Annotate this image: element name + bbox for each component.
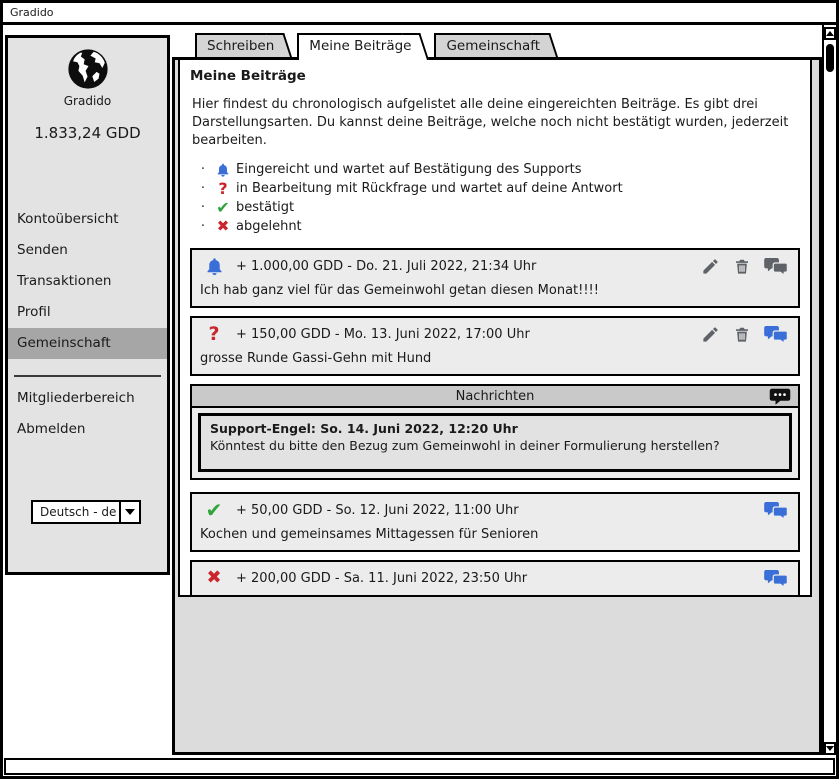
bullet: · xyxy=(196,181,210,196)
question-icon: ? xyxy=(200,325,228,344)
messages-body: Support-Engel: So. 14. Juni 2022, 12:20 … xyxy=(192,408,798,478)
cross-icon: ✖ xyxy=(200,569,228,587)
scroll-down-button[interactable] xyxy=(824,742,836,755)
tab-label: Gemeinschaft xyxy=(446,38,540,54)
message-text: Könntest du bitte den Bezug zum Gemeinwo… xyxy=(210,437,780,454)
page-title: Meine Beiträge xyxy=(190,68,800,84)
sidebar-item-mitgliederbereich[interactable]: Mitgliederbereich xyxy=(8,383,167,414)
delete-icon[interactable] xyxy=(733,325,751,344)
status-legend: · Eingereicht und wartet auf Bestätigung… xyxy=(196,160,800,236)
content-card: Meine Beiträge Hier findest du chronolog… xyxy=(178,60,812,597)
edit-icon[interactable] xyxy=(701,325,720,344)
chat-icon[interactable] xyxy=(764,325,788,344)
contribution-entry: ✔ + 50,00 GDD - So. 12. Juni 2022, 11:00… xyxy=(190,492,800,552)
intro-text: Hier findest du chronologisch aufgeliste… xyxy=(192,96,794,150)
tab-label: Meine Beiträge xyxy=(309,38,411,54)
sidebar-item-abmelden[interactable]: Abmelden xyxy=(8,414,167,445)
chat-icon[interactable] xyxy=(764,257,788,276)
entry-title: + 200,00 GDD - Sa. 11. Juni 2022, 23:50 … xyxy=(236,571,527,586)
entry-description: Taxi-Dienst für Nachtschwärmer xyxy=(192,592,798,597)
tab-meine-beitraege[interactable]: Meine Beiträge xyxy=(297,33,417,60)
legend-item: · ✔ bestätigt xyxy=(196,198,800,217)
edit-icon[interactable] xyxy=(701,257,720,276)
messages-title: Nachrichten xyxy=(456,389,535,404)
arrow-down-icon xyxy=(826,746,834,751)
globe-logo-icon xyxy=(8,46,167,92)
arrow-up-icon xyxy=(826,31,834,36)
language-select-value: Deutsch - de xyxy=(33,502,119,522)
logo-label: Gradido xyxy=(8,94,167,108)
vertical-scrollbar[interactable] xyxy=(822,25,836,755)
sidebar-item-senden[interactable]: Senden xyxy=(8,235,167,266)
sidebar-menu: Kontoübersicht Senden Transaktionen Prof… xyxy=(8,204,167,359)
legend-item: · ✖ abgelehnt xyxy=(196,217,800,236)
sidebar-item-gemeinschaft[interactable]: Gemeinschaft xyxy=(8,328,167,359)
sidebar: Gradido 1.833,24 GDD Kontoübersicht Send… xyxy=(5,35,170,575)
chevron-down-icon xyxy=(125,509,135,515)
legend-text: in Bearbeitung mit Rückfrage und wartet … xyxy=(236,181,623,196)
message-author-date: Support-Engel: So. 14. Juni 2022, 12:20 … xyxy=(210,420,780,437)
contribution-entry: + 1.000,00 GDD - Do. 21. Juli 2022, 21:3… xyxy=(190,248,800,308)
entry-description: Ich hab ganz viel für das Gemeinwohl get… xyxy=(192,280,798,306)
language-select-arrow-button[interactable] xyxy=(119,502,139,522)
scroll-up-button[interactable] xyxy=(824,27,836,40)
sidebar-item-profil[interactable]: Profil xyxy=(8,297,167,328)
contribution-entry: ? + 150,00 GDD - Mo. 13. Juni 2022, 17:0… xyxy=(190,316,800,376)
entry-title: + 150,00 GDD - Mo. 13. Juni 2022, 17:00 … xyxy=(236,327,530,342)
sidebar-item-kontouebersicht[interactable]: Kontoübersicht xyxy=(8,204,167,235)
tab-gemeinschaft[interactable]: Gemeinschaft xyxy=(434,33,546,57)
chat-icon[interactable] xyxy=(764,569,788,588)
messages-header[interactable]: Nachrichten xyxy=(192,386,798,408)
app-window: Gradido Gradido 1.833,24 GDD Kontoübersi… xyxy=(0,0,839,779)
delete-icon[interactable] xyxy=(733,257,751,276)
bullet: · xyxy=(196,219,210,234)
legend-text: Eingereicht und wartet auf Bestätigung d… xyxy=(236,162,582,177)
content-panel: Meine Beiträge Hier findest du chronolog… xyxy=(172,57,822,755)
tab-bar: Schreiben Meine Beiträge Gemeinschaft xyxy=(195,33,563,60)
contribution-entry: ✖ + 200,00 GDD - Sa. 11. Juni 2022, 23:5… xyxy=(190,560,800,597)
sidebar-item-transaktionen[interactable]: Transaktionen xyxy=(8,266,167,297)
tab-label: Schreiben xyxy=(207,38,274,54)
chat-bubble-icon xyxy=(769,388,791,406)
bullet: · xyxy=(196,200,210,215)
chat-icon[interactable] xyxy=(764,501,788,520)
bell-icon xyxy=(200,256,228,277)
window-title: Gradido xyxy=(10,6,54,19)
messages-section: Nachrichten Support-Engel: So. 14. Juni … xyxy=(190,384,800,480)
legend-text: abgelehnt xyxy=(236,219,302,234)
language-select[interactable]: Deutsch - de xyxy=(31,500,141,524)
check-icon: ✔ xyxy=(200,500,228,520)
entry-description: Kochen und gemeinsames Mittagessen für S… xyxy=(192,524,798,550)
legend-text: bestätigt xyxy=(236,200,294,215)
entry-title: + 50,00 GDD - So. 12. Juni 2022, 11:00 U… xyxy=(236,503,519,518)
cross-icon: ✖ xyxy=(210,219,236,234)
check-icon: ✔ xyxy=(210,200,236,216)
sidebar-divider xyxy=(14,375,161,377)
tab-schreiben[interactable]: Schreiben xyxy=(195,33,280,57)
balance-amount: 1.833,24 GDD xyxy=(8,124,167,142)
horizontal-scrollbar[interactable] xyxy=(4,758,835,775)
legend-item: · ? in Bearbeitung mit Rückfrage und war… xyxy=(196,179,800,198)
scrollbar-thumb[interactable] xyxy=(826,44,834,72)
bell-icon xyxy=(210,162,236,178)
legend-item: · Eingereicht und wartet auf Bestätigung… xyxy=(196,160,800,179)
entry-description: grosse Runde Gassi-Gehn mit Hund xyxy=(192,348,798,374)
question-icon: ? xyxy=(210,181,236,197)
entry-title: + 1.000,00 GDD - Do. 21. Juli 2022, 21:3… xyxy=(236,259,536,274)
window-titlebar: Gradido xyxy=(3,3,836,25)
bullet: · xyxy=(196,162,210,177)
message-card: Support-Engel: So. 14. Juni 2022, 12:20 … xyxy=(198,413,792,472)
